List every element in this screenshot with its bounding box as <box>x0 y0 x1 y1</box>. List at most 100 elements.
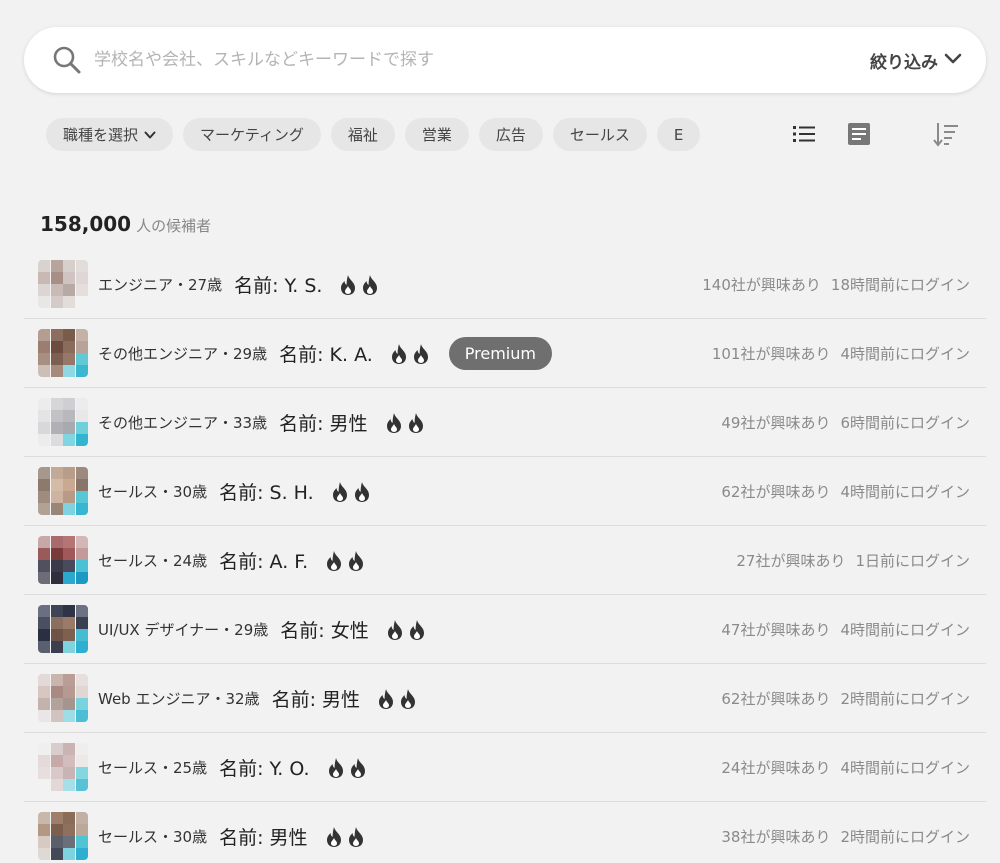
interest-count: 49社が興味あり <box>721 414 831 432</box>
candidate-row[interactable]: セールス・30歳 名前: S. H. 62社が興味あり 4時間前にログイン <box>24 457 986 526</box>
flame-icon <box>330 481 350 503</box>
filter-chip[interactable]: マーケティング <box>183 118 321 151</box>
candidate-summary: その他エンジニア・29歳 名前: K. A. Premium <box>98 319 552 388</box>
candidate-name: 名前: A. F. <box>219 551 309 573</box>
flame-icon <box>384 412 404 434</box>
candidate-row[interactable]: セールス・30歳 名前: 男性 38社が興味あり 2時間前にログイン <box>24 802 986 863</box>
activity-indicator <box>376 688 418 710</box>
avatar <box>38 536 88 584</box>
flame-icon <box>398 688 418 710</box>
last-login: 4時間前にログイン <box>840 621 970 639</box>
candidate-name: 名前: K. A. <box>279 344 373 366</box>
avatar <box>38 812 88 860</box>
avatar <box>38 467 88 515</box>
flame-icon <box>360 274 380 296</box>
candidate-meta: 27社が興味あり 1日前にログイン <box>736 526 970 595</box>
last-login: 1日前にログイン <box>855 552 970 570</box>
filter-chip[interactable]: 営業 <box>404 118 469 151</box>
candidate-meta: 62社が興味あり 4時間前にログイン <box>721 457 970 526</box>
job-type-select[interactable]: 職種を選択 <box>46 118 174 151</box>
candidate-row[interactable]: Web エンジニア・32歳 名前: 男性 62社が興味あり 2時間前にログイン <box>24 664 986 733</box>
candidate-row[interactable]: セールス・24歳 名前: A. F. 27社が興味あり 1日前にログイン <box>24 526 986 595</box>
flame-icon <box>385 619 405 641</box>
search-bar: 絞り込み <box>24 27 986 93</box>
activity-indicator <box>330 481 372 503</box>
avatar <box>38 329 88 377</box>
flame-icon <box>324 550 344 572</box>
last-login: 4時間前にログイン <box>840 483 970 501</box>
filter-toggle-button[interactable]: 絞り込み <box>870 45 962 75</box>
flame-icon <box>352 481 372 503</box>
search-input[interactable] <box>94 45 814 75</box>
interest-count: 38社が興味あり <box>721 828 831 846</box>
last-login: 6時間前にログイン <box>840 414 970 432</box>
candidate-meta: 38社が興味あり 2時間前にログイン <box>721 802 970 863</box>
activity-indicator <box>384 412 426 434</box>
last-login: 2時間前にログイン <box>840 690 970 708</box>
list-view-icon[interactable] <box>790 120 818 148</box>
interest-count: 27社が興味あり <box>736 552 846 570</box>
flame-icon <box>389 343 409 365</box>
premium-badge: Premium <box>448 337 552 370</box>
sort-icon[interactable] <box>932 120 960 148</box>
candidate-summary: セールス・24歳 名前: A. F. <box>98 526 366 595</box>
activity-indicator <box>326 757 368 779</box>
candidate-summary: その他エンジニア・33歳 名前: 男性 <box>98 388 426 457</box>
candidate-meta: 62社が興味あり 2時間前にログイン <box>721 664 970 733</box>
candidate-summary: セールス・30歳 名前: S. H. <box>98 457 372 526</box>
last-login: 4時間前にログイン <box>840 345 970 363</box>
flame-icon <box>346 550 366 572</box>
candidate-count-label: 人の候補者 <box>136 217 212 235</box>
candidate-row[interactable]: その他エンジニア・29歳 名前: K. A. Premium 101社が興味あり 4時間… <box>24 319 986 388</box>
candidate-job: エンジニア・27歳 <box>98 276 223 294</box>
search-icon[interactable] <box>52 45 82 75</box>
candidate-job: その他エンジニア・33歳 <box>98 414 268 432</box>
interest-count: 140社が興味あり <box>702 276 821 294</box>
filter-chip[interactable]: 広告 <box>478 118 543 151</box>
flame-icon <box>326 757 346 779</box>
flame-icon <box>406 412 426 434</box>
interest-count: 24社が興味あり <box>721 759 831 777</box>
candidate-row[interactable]: UI/UX デザイナー・29歳 名前: 女性 47社が興味あり 4時間前にログイン <box>24 595 986 664</box>
interest-count: 101社が興味あり <box>711 345 831 363</box>
candidate-name: 名前: 男性 <box>271 689 361 711</box>
flame-icon <box>376 688 396 710</box>
candidate-name: 名前: S. H. <box>219 482 314 504</box>
activity-indicator <box>389 343 431 365</box>
chevron-down-icon <box>144 126 156 144</box>
card-view-icon[interactable] <box>845 120 873 148</box>
filter-chip[interactable]: E <box>656 118 701 151</box>
avatar <box>38 605 88 653</box>
filter-chip[interactable]: セールス <box>552 118 647 151</box>
candidate-row[interactable]: その他エンジニア・33歳 名前: 男性 49社が興味あり 6時間前にログイン <box>24 388 986 457</box>
avatar <box>38 674 88 722</box>
interest-count: 62社が興味あり <box>721 483 831 501</box>
candidate-job: セールス・30歳 <box>98 483 208 501</box>
activity-indicator <box>385 619 427 641</box>
candidate-row[interactable]: セールス・25歳 名前: Y. O. 24社が興味あり 4時間前にログイン <box>24 733 986 802</box>
filter-chip-row: 職種を選択 マーケティング 福祉 営業 広告 セールス E <box>46 118 729 152</box>
candidate-list: エンジニア・27歳 名前: Y. S. 140社が興味あり 18時間前にログイン その他… <box>24 250 986 863</box>
avatar <box>38 260 88 308</box>
candidate-job: セールス・24歳 <box>98 552 208 570</box>
candidate-row[interactable]: エンジニア・27歳 名前: Y. S. 140社が興味あり 18時間前にログイン <box>24 250 986 319</box>
activity-indicator <box>324 550 366 572</box>
candidate-summary: セールス・25歳 名前: Y. O. <box>98 733 368 802</box>
candidate-name: 名前: 女性 <box>280 620 369 642</box>
candidate-name: 名前: 男性 <box>219 827 308 849</box>
chevron-down-icon <box>944 50 962 70</box>
last-login: 2時間前にログイン <box>840 828 970 846</box>
candidate-summary: セールス・30歳 名前: 男性 <box>98 802 366 863</box>
flame-icon <box>348 757 368 779</box>
candidate-meta: 47社が興味あり 4時間前にログイン <box>721 595 970 664</box>
candidate-meta: 140社が興味あり 18時間前にログイン <box>702 250 970 319</box>
activity-indicator <box>324 826 366 848</box>
filter-chip[interactable]: 福祉 <box>330 118 395 151</box>
filter-toggle-label: 絞り込み <box>870 52 938 73</box>
candidate-summary: UI/UX デザイナー・29歳 名前: 女性 <box>98 595 427 664</box>
candidate-count: 158,000 人の候補者 <box>40 212 211 236</box>
flame-icon <box>324 826 344 848</box>
candidate-name: 名前: 男性 <box>279 413 368 435</box>
job-type-select-label: 職種を選択 <box>63 126 139 144</box>
candidate-job: UI/UX デザイナー・29歳 <box>98 621 269 639</box>
